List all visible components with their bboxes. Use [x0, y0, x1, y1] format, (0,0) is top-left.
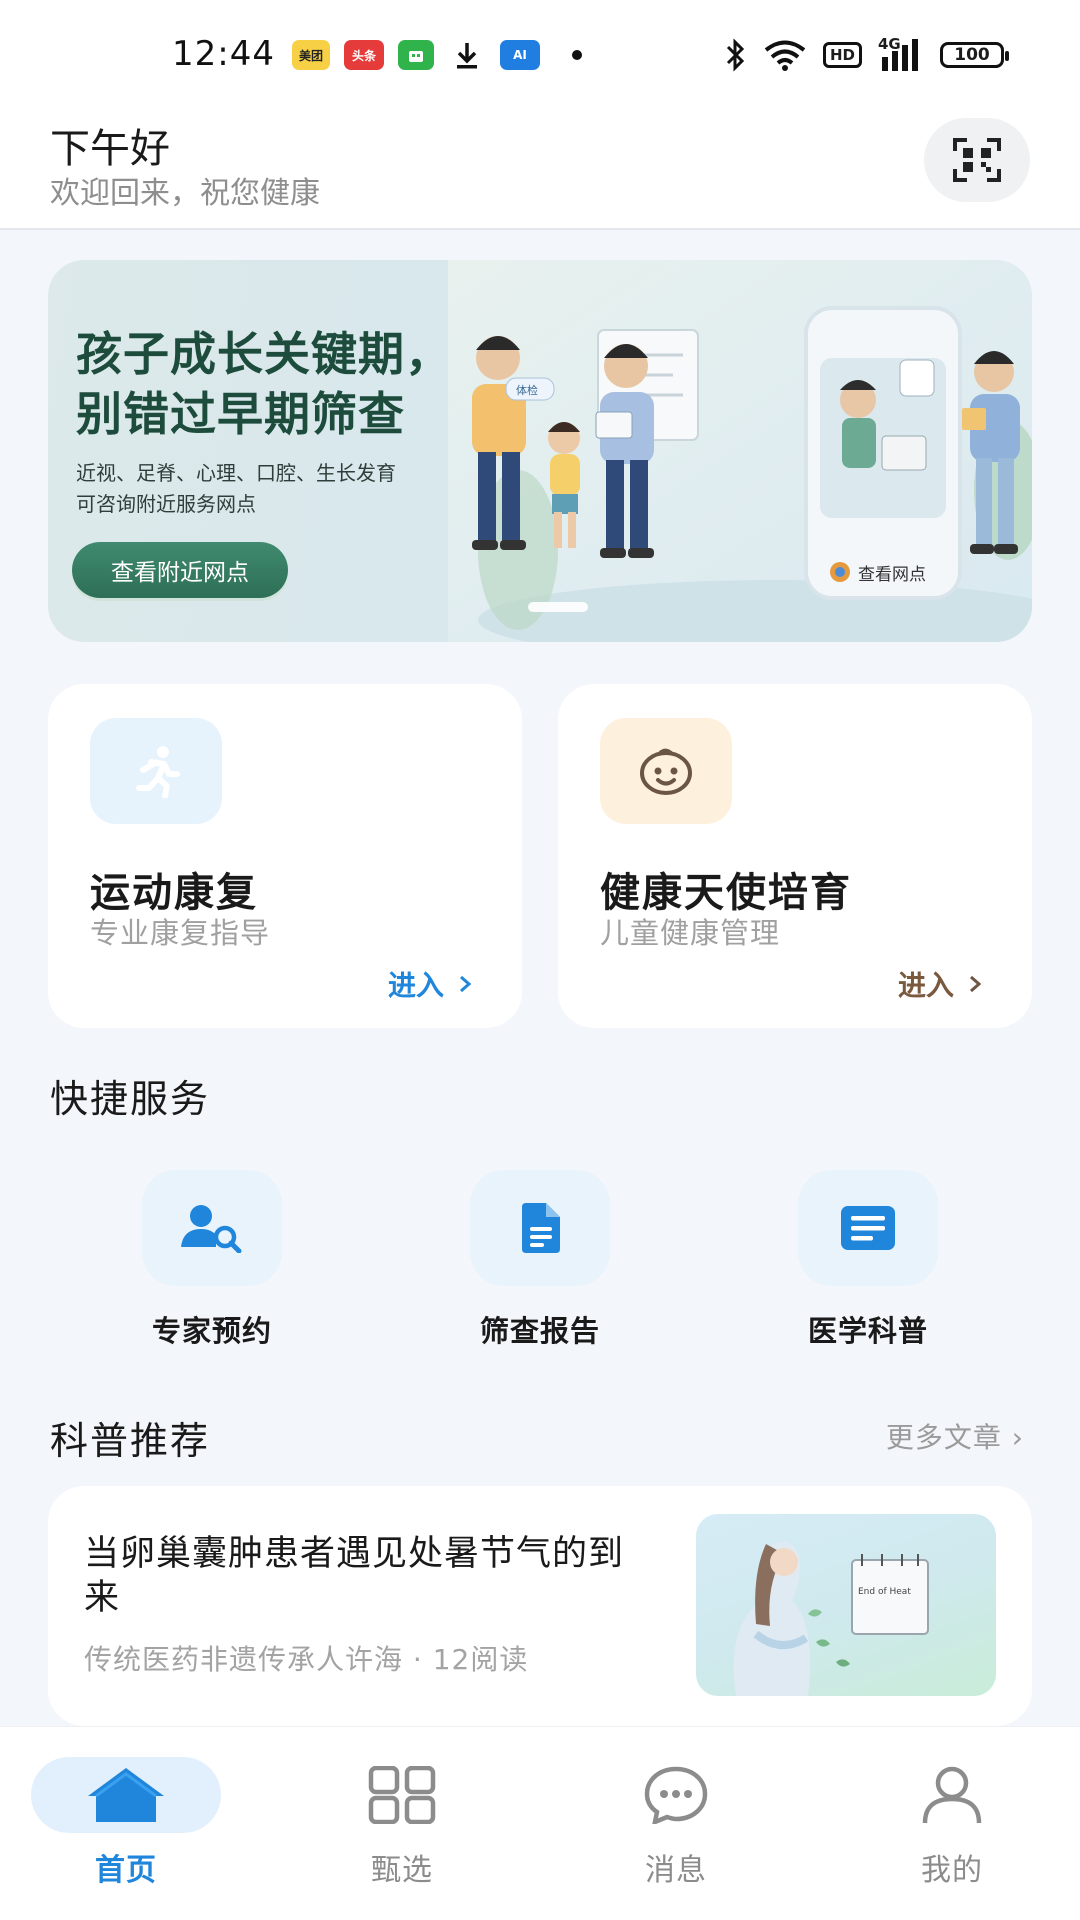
tab-profile[interactable]: 我的 [852, 1727, 1052, 1920]
tab-messages[interactable]: 消息 [576, 1727, 776, 1920]
banner-subtitle: 近视、足脊、心理、口腔、生长发育 可咨询附近服务网点 [76, 461, 396, 516]
service-label: 医学科普 [807, 1314, 928, 1348]
scan-qr-button[interactable] [924, 118, 1030, 202]
medical-science-button[interactable]: 医学科普 [768, 1170, 968, 1350]
battery-icon: 100 [940, 42, 1009, 68]
screening-report-button[interactable]: 筛查报告 [440, 1170, 640, 1350]
banner-title: 孩子成长关键期， 别错过早期筛查 [76, 327, 452, 441]
card-subtitle: 儿童健康管理 [600, 916, 781, 950]
baby-face-icon [600, 718, 732, 824]
download-icon [450, 40, 484, 70]
health-angel-card[interactable]: 健康天使培育 儿童健康管理 进入 [558, 684, 1032, 1028]
card-subtitle: 专业康复指导 [90, 916, 271, 950]
ai-app-icon: AI [500, 40, 540, 70]
article-title: 当卵巢囊肿患者遇见处暑节气的到来 [84, 1534, 625, 1618]
store-icon [398, 40, 434, 70]
article-icon [798, 1170, 938, 1286]
report-icon [470, 1170, 610, 1286]
enter-link[interactable]: 进入 [388, 964, 472, 1004]
expert-appointment-button[interactable]: 专家预约 [112, 1170, 312, 1350]
tab-label: 首页 [95, 1853, 157, 1888]
recommend-title: 科普推荐 [50, 1419, 211, 1463]
greeting-subtitle: 欢迎回来，祝您健康 [50, 176, 320, 211]
promo-banner[interactable]: 查看网点 体检 孩子成长关键期， 别错过早期筛查 近视、足脊、心理、口腔、生长发… [48, 260, 1032, 642]
more-articles-link[interactable]: 更多文章 › [886, 1416, 1024, 1456]
meituan-icon: 美团 [292, 40, 330, 70]
quick-services-title: 快捷服务 [50, 1077, 211, 1121]
tab-label: 我的 [921, 1853, 983, 1888]
banner-illustration: 查看网点 体检 [448, 260, 1032, 642]
service-label: 筛查报告 [479, 1314, 600, 1348]
article-thumbnail: End of Heat [696, 1514, 996, 1696]
chevron-right-icon [460, 975, 472, 993]
status-bar: 12:44 美团 头条 AI HD 4G 100 [0, 0, 1080, 108]
bottom-tab-bar: 首页 甄选 消息 我的 [0, 1726, 1080, 1920]
user-icon [857, 1757, 1047, 1833]
hd-badge: HD [822, 42, 862, 68]
wifi-icon [764, 40, 806, 71]
service-label: 专家预约 [151, 1314, 272, 1348]
expert-search-icon [142, 1170, 282, 1286]
tab-home[interactable]: 首页 [26, 1727, 226, 1920]
tab-selection[interactable]: 甄选 [302, 1727, 502, 1920]
article-thumb-caption: End of Heat [858, 1587, 911, 1597]
banner-phone-label: 查看网点 [858, 565, 926, 585]
chat-bubble-icon [581, 1757, 771, 1833]
chevron-right-icon [970, 975, 982, 993]
toutiao-icon: 头条 [344, 40, 384, 70]
running-icon [90, 718, 222, 824]
banner-bubble-text: 体检 [516, 383, 538, 397]
sports-rehab-card[interactable]: 运动康复 专业康复指导 进入 [48, 684, 522, 1028]
grid-icon [307, 1757, 497, 1833]
article-card[interactable]: 当卵巢囊肿患者遇见处暑节气的到来 传统医药非遗传承人许海 · 12阅读 End … [48, 1486, 1032, 1726]
tab-label: 甄选 [371, 1853, 433, 1888]
qr-code-icon [953, 138, 1001, 182]
enter-link[interactable]: 进入 [898, 964, 982, 1004]
view-nearby-button[interactable]: 查看附近网点 [72, 542, 288, 598]
greeting-title: 下午好 [50, 126, 170, 172]
tab-label: 消息 [645, 1853, 707, 1888]
status-time: 12:44 [172, 34, 275, 74]
bluetooth-icon [726, 38, 745, 72]
status-indicators: HD 4G 100 [725, 35, 1009, 72]
article-meta: 传统医药非遗传承人许海 · 12阅读 [84, 1643, 529, 1676]
notification-dot [572, 50, 582, 60]
cellular-icon: 4G [878, 35, 924, 71]
header: 下午好 欢迎回来，祝您健康 [0, 108, 1080, 230]
home-icon [31, 1757, 221, 1833]
banner-pager-indicator [528, 602, 588, 612]
